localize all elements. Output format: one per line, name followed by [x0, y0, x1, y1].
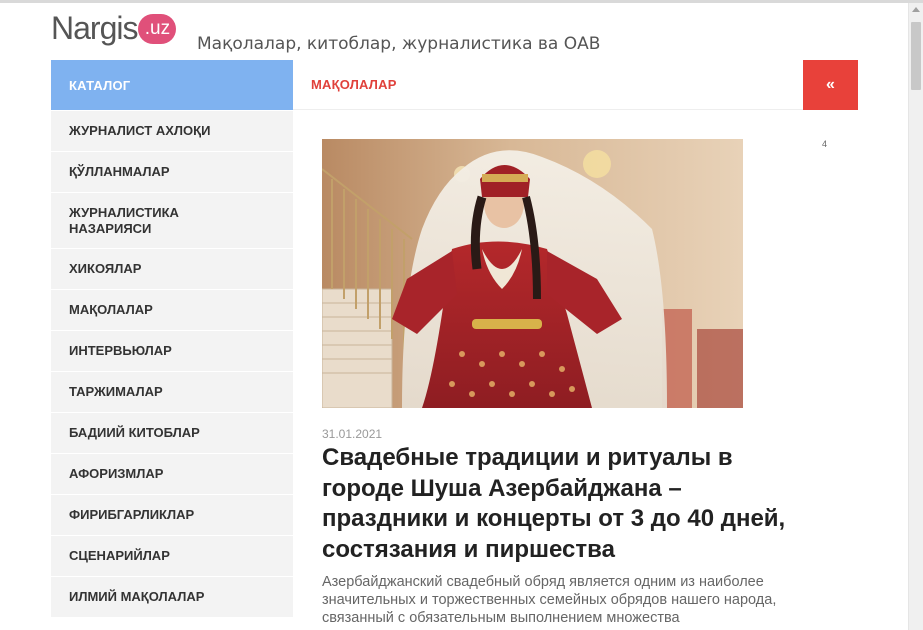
logo-text: Nargis: [51, 9, 138, 46]
sidebar-item-articles[interactable]: МАҚОЛАЛАР: [51, 289, 293, 330]
article-title[interactable]: Свадебные традиции и ритуалы в городе Шу…: [322, 443, 802, 565]
article-image[interactable]: [322, 139, 743, 408]
sidebar-item-frauds[interactable]: ФИРИБГАРЛИКЛАР: [51, 494, 293, 535]
sidebar-item-stories[interactable]: ХИКОЯЛАР: [51, 248, 293, 289]
sidebar-item-interviews[interactable]: ИНТЕРВЬЮЛАР: [51, 330, 293, 371]
collapse-button[interactable]: «: [803, 60, 858, 110]
scroll-up-arrow-icon[interactable]: [912, 7, 920, 12]
site-tagline: Мақолалар, китоблар, журналистика ва ОАВ: [197, 34, 601, 54]
scrollbar-thumb[interactable]: [911, 22, 921, 90]
site-logo[interactable]: Nargis .uz: [51, 8, 177, 48]
catalog-header: КАТАЛОГ: [51, 60, 293, 110]
sidebar-item-manuals[interactable]: ҚЎЛЛАНМАЛАР: [51, 151, 293, 192]
sidebar-item-translations[interactable]: ТАРЖИМАЛАР: [51, 371, 293, 412]
article-date: 31.01.2021: [322, 427, 383, 441]
sidebar-item-journalism-theory[interactable]: ЖУРНАЛИСТИКА НАЗАРИЯСИ: [51, 192, 293, 248]
sidebar-item-journalist-ethics[interactable]: ЖУРНАЛИСТ АХЛОҚИ: [51, 110, 293, 151]
sidebar-item-aphorisms[interactable]: АФОРИЗМЛАР: [51, 453, 293, 494]
sidebar-item-scenarios[interactable]: СЦЕНАРИЙЛАР: [51, 535, 293, 576]
page-scrollbar[interactable]: [908, 3, 923, 630]
post-counter: 4: [822, 139, 828, 149]
article-photo: [322, 139, 743, 408]
logo-badge: .uz: [138, 14, 177, 44]
section-title: МАҚОЛАЛАР: [311, 77, 397, 92]
sidebar-item-fiction-books[interactable]: БАДИИЙ КИТОБЛАР: [51, 412, 293, 453]
sidebar-item-scientific-articles[interactable]: ИЛМИЙ МАҚОЛАЛАР: [51, 576, 293, 617]
catalog-sidebar: КАТАЛОГ ЖУРНАЛИСТ АХЛОҚИ ҚЎЛЛАНМАЛАР ЖУР…: [51, 60, 293, 617]
article-excerpt: Азербайджанский свадебный обряд является…: [322, 574, 777, 626]
sidebar-item-label: ЖУРНАЛИСТИКА НАЗАРИЯСИ: [69, 204, 179, 236]
section-header: МАҚОЛАЛАР «: [293, 60, 858, 110]
